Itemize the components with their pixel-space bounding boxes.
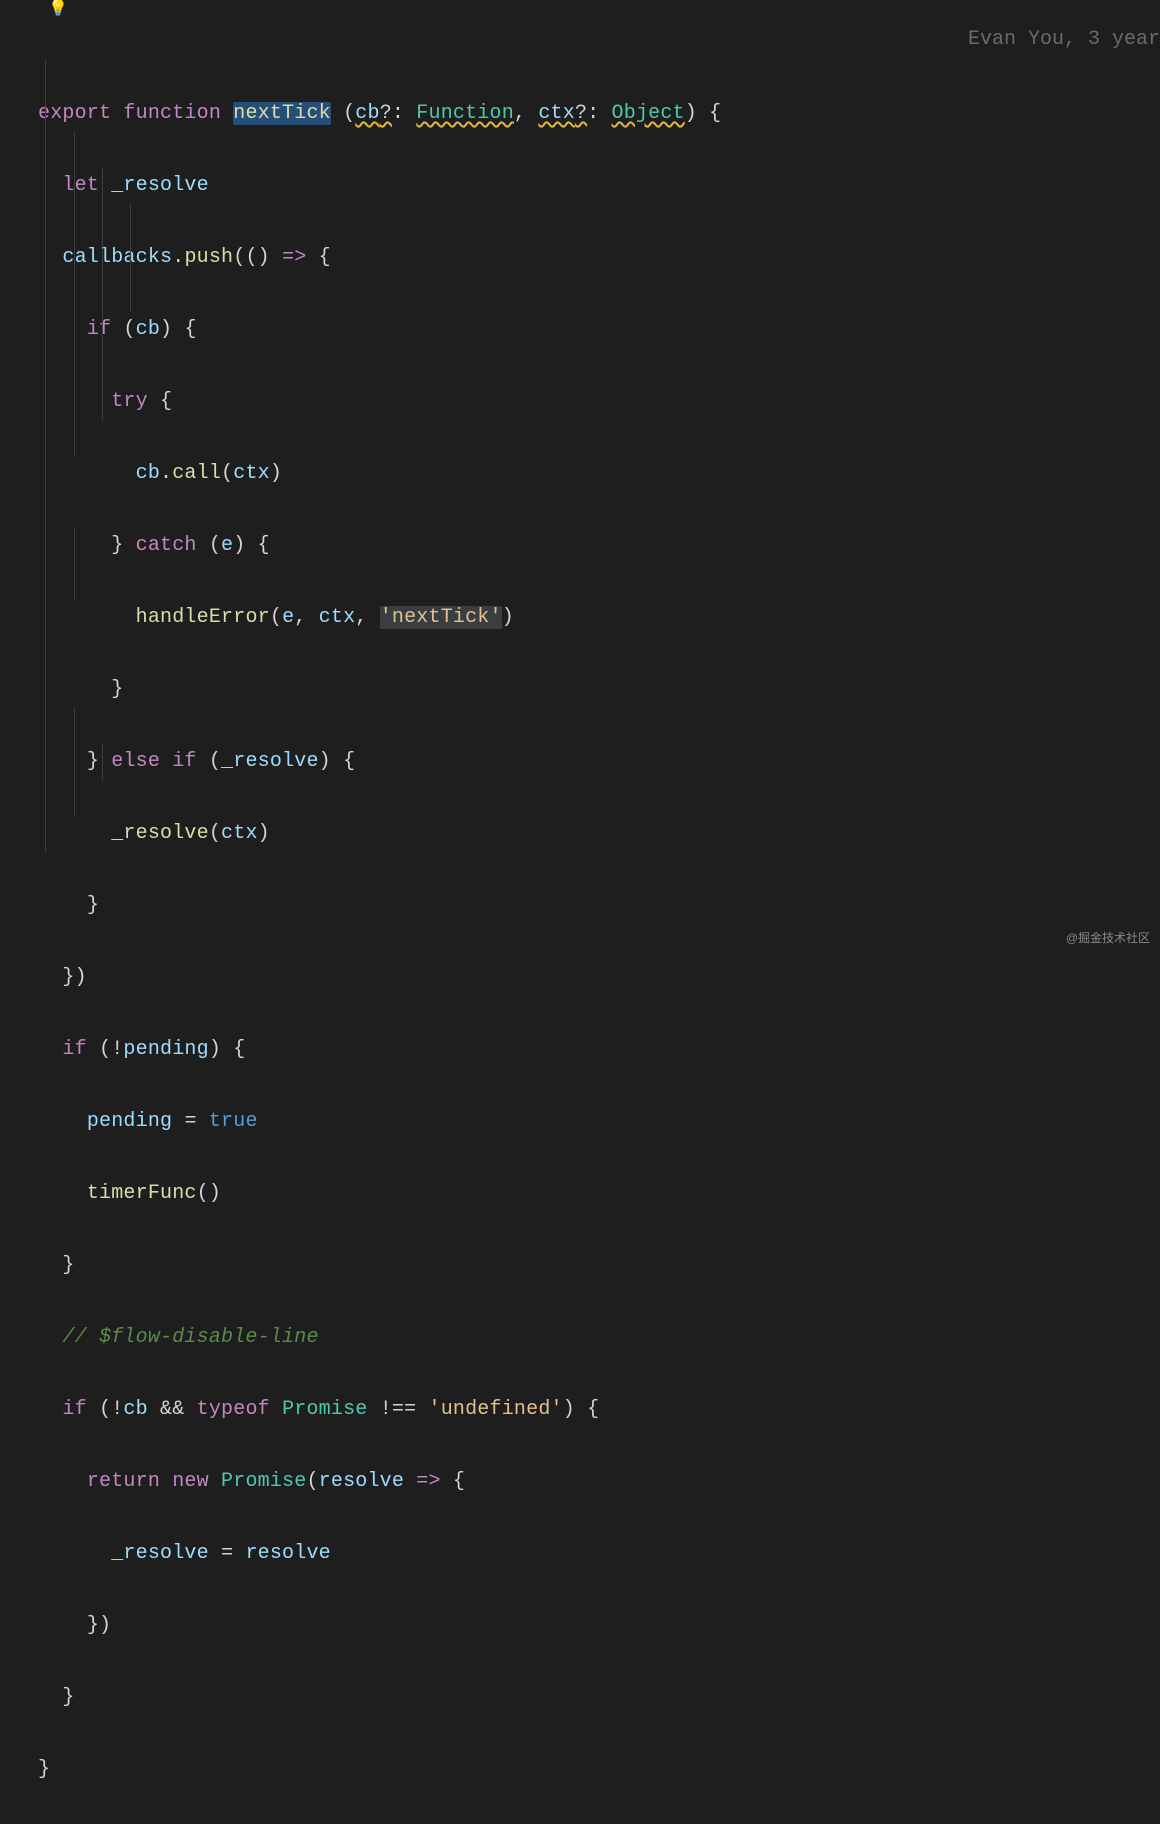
function-name-nextTick: nextTick	[233, 102, 331, 125]
code-line: try {	[0, 384, 1160, 420]
code-line: })	[0, 960, 1160, 996]
code-line: } else if (_resolve) {	[0, 744, 1160, 780]
code-line: }	[0, 1248, 1160, 1284]
code-line: let _resolve	[0, 168, 1160, 204]
code-line: callbacks.push(() => {	[0, 240, 1160, 276]
code-line: _resolve(ctx)	[0, 816, 1160, 852]
code-line: timerFunc()	[0, 1176, 1160, 1212]
code-editor[interactable]: export function nextTick (cb?: Function,…	[0, 0, 1160, 1824]
code-line: }	[0, 1752, 1160, 1788]
code-line: pending = true	[0, 1104, 1160, 1140]
code-line	[0, 36, 1160, 60]
code-line: cb.call(ctx)	[0, 456, 1160, 492]
code-line: export function nextTick (cb?: Function,…	[0, 96, 1160, 132]
code-line: // $flow-disable-line	[0, 1320, 1160, 1356]
code-line: if (cb) {	[0, 312, 1160, 348]
lightbulb-icon[interactable]: 💡	[48, 0, 68, 18]
code-line: return new Promise(resolve => {	[0, 1464, 1160, 1500]
code-line: }	[0, 672, 1160, 708]
code-line: handleError(e, ctx, 'nextTick')	[0, 600, 1160, 636]
code-line: if (!cb && typeof Promise !== 'undefined…	[0, 1392, 1160, 1428]
code-line: if (!pending) {	[0, 1032, 1160, 1068]
string-nextTick-highlight: 'nextTick'	[380, 606, 502, 629]
code-line: })	[0, 1608, 1160, 1644]
code-line: _resolve = resolve	[0, 1536, 1160, 1572]
watermark: @掘金技术社区	[1066, 929, 1150, 946]
code-line: } catch (e) {	[0, 528, 1160, 564]
code-line: }	[0, 888, 1160, 924]
code-line: }	[0, 1680, 1160, 1716]
comment-flow-disable: // $flow-disable-line	[62, 1326, 318, 1349]
